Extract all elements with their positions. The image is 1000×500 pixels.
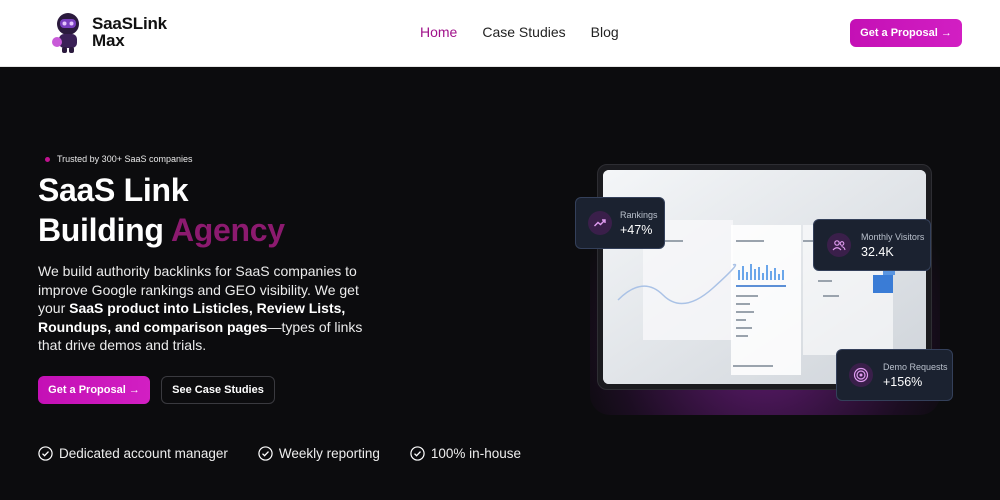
hero-get-proposal-button[interactable]: Get a Proposal →	[38, 376, 150, 404]
feature-label: 100% in-house	[430, 446, 521, 461]
check-circle-icon	[410, 446, 425, 461]
trusted-text: Trusted by 300+ SaaS companies	[57, 154, 193, 164]
hero-description: We build authority backlinks for SaaS co…	[38, 262, 383, 355]
hero-title-line1: SaaS Link	[38, 172, 189, 208]
hero-title-line2: Building Agency	[38, 210, 285, 250]
feature-item: Dedicated account manager	[38, 446, 228, 461]
brand-logo[interactable]: SaaSLink Max	[50, 10, 167, 54]
brand-name: SaaSLink Max	[92, 15, 167, 49]
hero-title-accent: Agency	[170, 212, 285, 248]
demos-value: +156%	[883, 374, 923, 389]
feature-item: 100% in-house	[410, 446, 521, 461]
see-case-studies-button[interactable]: See Case Studies	[161, 376, 275, 404]
nav-links: Home Case Studies Blog	[420, 24, 619, 40]
check-circle-icon	[38, 446, 53, 461]
rankings-value: +47%	[620, 222, 653, 237]
trusted-badge: Trusted by 300+ SaaS companies	[45, 154, 193, 164]
badge-dot-icon	[45, 156, 50, 162]
visitors-value: 32.4K	[861, 244, 894, 259]
demos-label: Demo Requests	[883, 361, 948, 372]
users-icon	[827, 233, 851, 257]
visitors-label: Monthly Visitors	[861, 231, 925, 242]
feature-list: Dedicated account manager Weekly reporti…	[38, 446, 521, 461]
check-circle-icon	[258, 446, 273, 461]
nav-link-home[interactable]: Home	[420, 24, 457, 40]
nav-link-blog[interactable]: Blog	[591, 24, 619, 40]
trend-up-icon	[588, 211, 612, 235]
feature-item: Weekly reporting	[258, 446, 380, 461]
rankings-stat-card: Rankings +47%	[575, 197, 665, 249]
monthly-visitors-stat-card: Monthly Visitors 32.4K	[813, 219, 931, 271]
hero-title-plain: Building	[38, 212, 171, 248]
brand-name-line1: SaaSLink	[92, 14, 167, 33]
nav-link-case-studies[interactable]: Case Studies	[482, 24, 565, 40]
brand-name-line2: Max	[92, 31, 125, 50]
rankings-label: Rankings	[620, 209, 658, 220]
demo-requests-stat-card: Demo Requests +156%	[836, 349, 953, 401]
hero-title: SaaS Link Building Agency	[38, 170, 285, 250]
feature-label: Weekly reporting	[278, 446, 380, 461]
robot-mascot-icon	[52, 13, 79, 53]
top-navbar: SaaSLink Max Home Case Studies Blog Get …	[0, 0, 1000, 67]
nav-get-proposal-button[interactable]: Get a Proposal →	[850, 19, 962, 47]
target-icon	[849, 363, 873, 387]
feature-label: Dedicated account manager	[59, 446, 228, 461]
